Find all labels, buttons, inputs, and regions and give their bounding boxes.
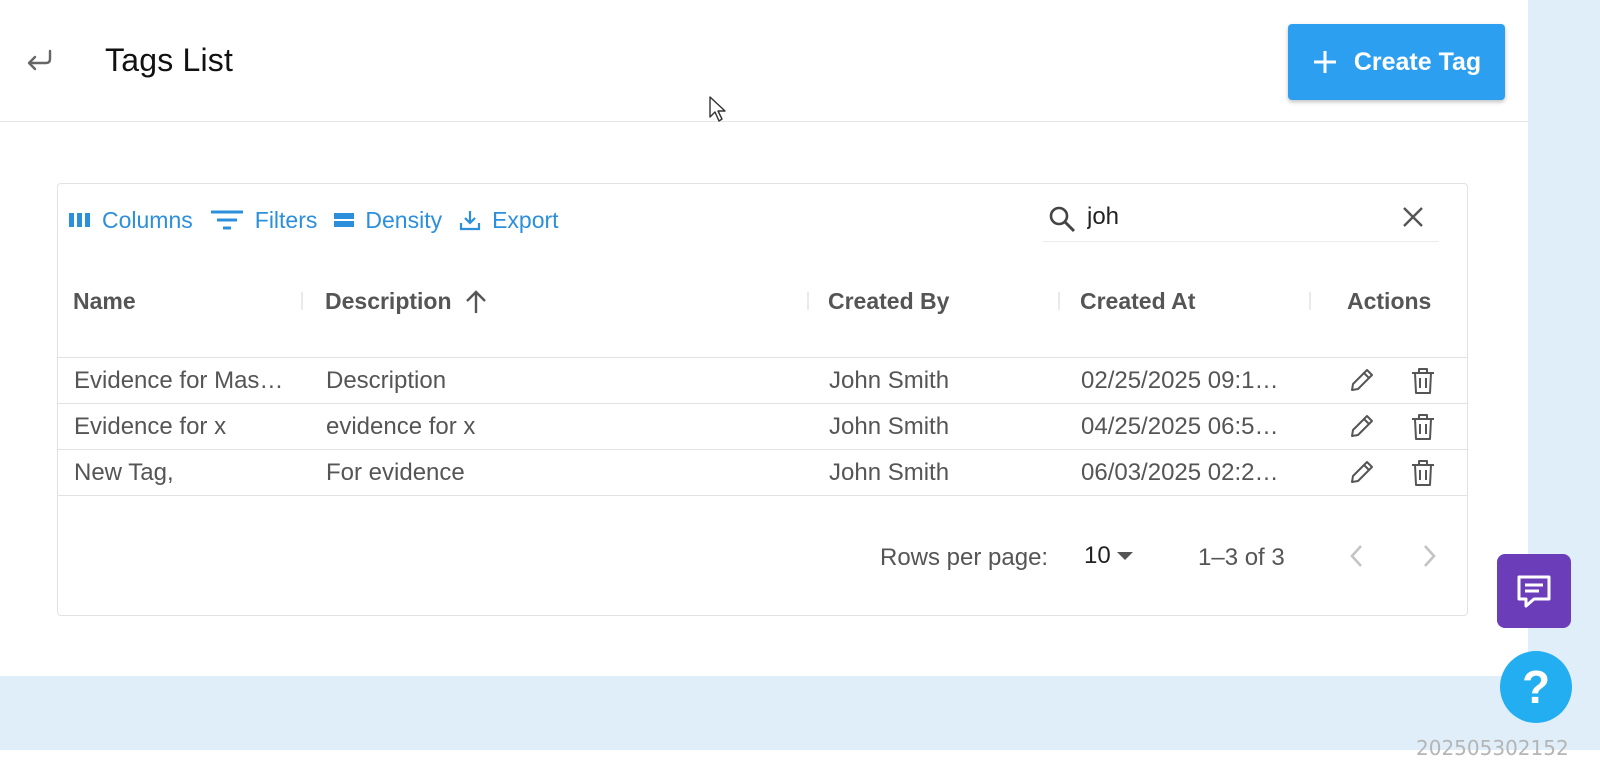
- cell-created-at: 06/03/2025 02:2…: [1081, 459, 1279, 486]
- column-separator[interactable]: [300, 292, 304, 310]
- column-header-name[interactable]: Name: [73, 288, 136, 315]
- column-header-label: Actions: [1347, 288, 1432, 314]
- tags-data-grid: Columns Filters Density Export joh Name …: [57, 183, 1468, 616]
- column-header-label: Created At: [1080, 288, 1196, 314]
- cell-name: Evidence for x: [74, 413, 227, 440]
- chat-icon: [1514, 571, 1554, 611]
- next-page-icon[interactable]: [1420, 542, 1438, 575]
- columns-icon: [68, 211, 92, 229]
- sort-ascending-icon: [464, 289, 488, 315]
- rows-per-page-label: Rows per page:: [880, 544, 1049, 571]
- cell-created-at: 04/25/2025 06:5…: [1081, 413, 1279, 440]
- table-row[interactable]: New Tag, For evidence John Smith 06/03/2…: [58, 450, 1467, 496]
- quick-search: [1043, 196, 1439, 242]
- column-header-description[interactable]: Description: [325, 288, 488, 315]
- column-header-label: Description: [325, 288, 452, 314]
- delete-trash-icon[interactable]: [1409, 458, 1437, 488]
- column-header-label: Name: [73, 288, 136, 314]
- rows-per-page-select[interactable]: 10: [1084, 542, 1135, 570]
- search-input[interactable]: [1087, 202, 1387, 232]
- grid-toolbar: Columns Filters Density Export: [68, 202, 575, 238]
- columns-label: Columns: [102, 206, 193, 233]
- search-icon: [1047, 204, 1077, 239]
- create-tag-button[interactable]: Create Tag: [1288, 24, 1505, 100]
- page-header: Tags List Create Tag: [0, 0, 1528, 122]
- column-separator[interactable]: [1057, 292, 1061, 310]
- back-arrow-icon[interactable]: [22, 44, 56, 76]
- columns-button[interactable]: Columns: [68, 207, 193, 234]
- cell-name: Evidence for Mas…: [74, 367, 284, 394]
- filters-button[interactable]: Filters: [209, 206, 318, 234]
- column-header-created-at[interactable]: Created At: [1080, 288, 1195, 315]
- cell-description: For evidence: [326, 459, 465, 486]
- page-title: Tags List: [105, 42, 234, 78]
- cell-created-by: John Smith: [829, 459, 950, 486]
- edit-pencil-icon[interactable]: [1348, 366, 1376, 394]
- table-row[interactable]: Evidence for Mas… Description John Smith…: [58, 358, 1467, 404]
- filters-label: Filters: [254, 206, 318, 233]
- export-label: Export: [492, 206, 559, 233]
- column-header-label: Created By: [828, 288, 950, 314]
- column-separator[interactable]: [806, 292, 810, 310]
- density-icon: [333, 211, 355, 229]
- cell-created-at: 02/25/2025 09:1…: [1081, 367, 1279, 394]
- table-row[interactable]: Evidence for x evidence for x John Smith…: [58, 404, 1467, 450]
- filter-icon: [209, 208, 245, 232]
- column-separator[interactable]: [1308, 292, 1312, 310]
- cell-created-by: John Smith: [829, 413, 950, 440]
- create-tag-label: Create Tag: [1353, 47, 1482, 76]
- pagination-range: 1–3 of 3: [1198, 544, 1285, 571]
- help-question-icon: ?: [1521, 661, 1551, 713]
- density-button[interactable]: Density: [333, 207, 442, 234]
- cell-description: evidence for x: [326, 413, 476, 440]
- edit-pencil-icon[interactable]: [1348, 458, 1376, 486]
- edit-pencil-icon[interactable]: [1348, 412, 1376, 440]
- right-gutter: [1528, 0, 1600, 750]
- chat-button[interactable]: [1497, 554, 1571, 628]
- cell-name: New Tag,: [74, 459, 174, 486]
- help-button[interactable]: ?: [1500, 651, 1572, 723]
- previous-page-icon[interactable]: [1348, 542, 1366, 575]
- column-header-created-by[interactable]: Created By: [828, 288, 949, 315]
- main-card: Tags List Create Tag Columns Filters Den…: [0, 0, 1528, 676]
- cell-description: Description: [326, 367, 447, 394]
- download-icon: [458, 208, 482, 232]
- column-header-actions: Actions: [1347, 288, 1431, 315]
- cell-created-by: John Smith: [829, 367, 950, 394]
- page-background: [0, 750, 1600, 783]
- mouse-cursor-icon: [708, 95, 728, 128]
- close-icon[interactable]: [1400, 204, 1426, 235]
- delete-trash-icon[interactable]: [1409, 412, 1437, 442]
- delete-trash-icon[interactable]: [1409, 366, 1437, 396]
- export-button[interactable]: Export: [458, 206, 559, 234]
- density-label: Density: [365, 206, 443, 233]
- plus-icon: [1312, 49, 1338, 75]
- rows-per-page-value: 10: [1084, 542, 1111, 569]
- dropdown-arrow-icon: [1115, 550, 1135, 562]
- timestamp-watermark: 202505302152: [1416, 736, 1569, 760]
